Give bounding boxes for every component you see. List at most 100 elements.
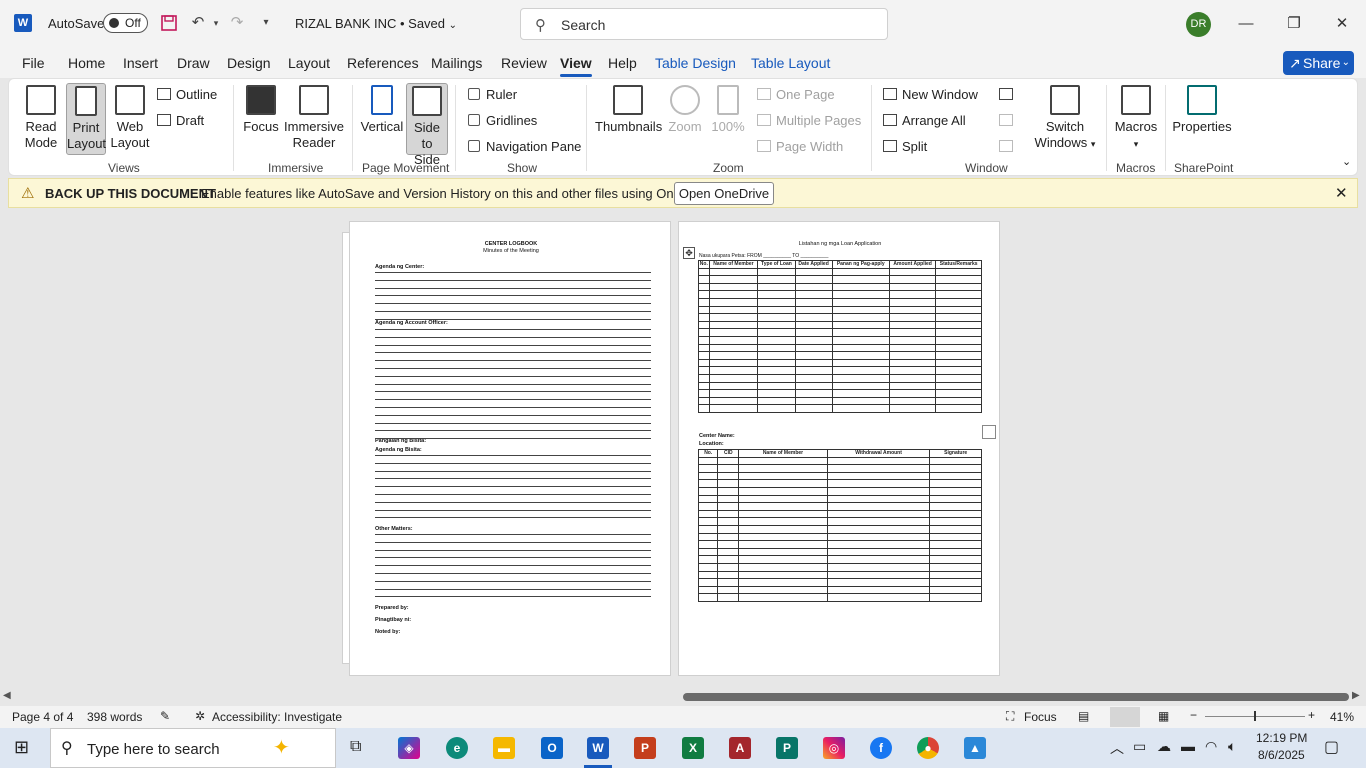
table-cell[interactable]: [757, 396, 796, 406]
table-cell[interactable]: [794, 389, 833, 398]
table-cell[interactable]: [794, 358, 833, 368]
table-cell[interactable]: [698, 404, 710, 413]
table-cell[interactable]: [831, 335, 890, 345]
undo-icon[interactable]: ↶: [189, 14, 207, 32]
table-cell[interactable]: [697, 464, 719, 473]
table-cell[interactable]: [697, 562, 719, 572]
table-cell[interactable]: [929, 464, 982, 473]
document-page-left[interactable]: CENTER LOGBOOK Minutes of the Meeting Ag…: [349, 221, 671, 676]
table-cell[interactable]: [935, 313, 982, 322]
tab-view[interactable]: View: [560, 55, 592, 77]
table-cell[interactable]: [929, 555, 982, 564]
table-cell[interactable]: [826, 524, 931, 534]
task-view-icon[interactable]: ⧉: [350, 738, 361, 756]
side-to-side-button[interactable]: Side to Side: [406, 83, 448, 167]
table-cell[interactable]: [929, 570, 982, 580]
windows-start-icon[interactable]: ⊞: [14, 737, 29, 758]
switch-windows-button[interactable]: Switch Windows ▾: [1031, 83, 1099, 152]
table-cell[interactable]: [738, 456, 828, 466]
table-cell[interactable]: [697, 471, 719, 481]
table-cell[interactable]: [697, 509, 719, 519]
table-cell[interactable]: [708, 297, 759, 307]
table-header-cell[interactable]: Name of Member: [738, 449, 828, 458]
scroll-left-icon[interactable]: ◀: [3, 690, 11, 701]
table-cell[interactable]: [698, 297, 710, 307]
tab-mailings[interactable]: Mailings: [431, 55, 482, 71]
navigation-pane-checkbox[interactable]: Navigation Pane: [468, 139, 581, 155]
table-row[interactable]: [697, 578, 982, 587]
table-cell[interactable]: [697, 456, 719, 466]
table-row[interactable]: [697, 479, 982, 488]
table-cell[interactable]: [826, 578, 931, 587]
search-box[interactable]: ⚲ Search: [520, 8, 888, 40]
table-cell[interactable]: [738, 502, 828, 511]
table-cell[interactable]: [738, 578, 828, 587]
table-row[interactable]: [697, 471, 982, 481]
proofing-icon[interactable]: ✎: [160, 709, 170, 723]
table-cell[interactable]: [935, 358, 982, 368]
table-cell[interactable]: [708, 381, 759, 391]
table-cell[interactable]: [888, 328, 937, 337]
table-cell[interactable]: [831, 389, 890, 398]
table-cell[interactable]: [757, 267, 796, 277]
table-cell[interactable]: [738, 555, 828, 564]
table-cell[interactable]: [831, 366, 890, 375]
autosave-toggle[interactable]: Off: [103, 13, 148, 33]
table-cell[interactable]: [794, 267, 833, 277]
table-cell[interactable]: [717, 570, 740, 580]
table-cell[interactable]: [698, 381, 710, 391]
table-cell[interactable]: [698, 396, 710, 406]
table-cell[interactable]: [697, 570, 719, 580]
thumbnails-button[interactable]: Thumbnails: [595, 83, 662, 135]
table-cell[interactable]: [929, 547, 982, 557]
tab-references[interactable]: References: [347, 55, 419, 71]
table-cell[interactable]: [717, 464, 740, 473]
table-header-cell[interactable]: Date Applied: [794, 260, 833, 269]
undo-dropdown-icon[interactable]: ▾: [207, 14, 225, 32]
onedrive-icon[interactable]: ☁: [1157, 738, 1171, 755]
table-cell[interactable]: [698, 320, 710, 330]
volume-icon[interactable]: 🔈︎: [1228, 738, 1236, 755]
edge-icon[interactable]: e: [446, 737, 468, 759]
table-cell[interactable]: [717, 517, 740, 526]
table-cell[interactable]: [831, 282, 890, 292]
table-cell[interactable]: [826, 456, 931, 466]
show-hidden-icons-icon[interactable]: ︿: [1110, 738, 1124, 758]
table-cell[interactable]: [831, 343, 890, 353]
table-cell[interactable]: [929, 456, 982, 466]
table-cell[interactable]: [826, 517, 931, 526]
table-cell[interactable]: [935, 297, 982, 307]
table-cell[interactable]: [826, 562, 931, 572]
copilot-icon[interactable]: ◈: [398, 737, 420, 759]
table-row[interactable]: [697, 486, 982, 496]
table-cell[interactable]: [757, 335, 796, 345]
table-row[interactable]: [697, 540, 982, 549]
table-cell[interactable]: [708, 267, 759, 277]
table-cell[interactable]: [935, 381, 982, 391]
table-row[interactable]: [697, 524, 982, 534]
macros-button[interactable]: Macros ▾: [1113, 83, 1159, 152]
table-cell[interactable]: [757, 313, 796, 322]
table-cell[interactable]: [929, 502, 982, 511]
table-row[interactable]: [697, 517, 982, 526]
minimize-icon[interactable]: —: [1231, 12, 1261, 36]
immersive-reader-button[interactable]: Immersive Reader: [283, 83, 345, 151]
table-cell[interactable]: [831, 328, 890, 337]
table-header-cell[interactable]: No.: [697, 449, 719, 458]
table-cell[interactable]: [698, 351, 710, 360]
word-count[interactable]: 398 words: [87, 710, 142, 724]
table-cell[interactable]: [708, 305, 759, 315]
table-header-cell[interactable]: Status/Remarks: [935, 260, 982, 269]
table-header-cell[interactable]: Type of Loan: [757, 260, 796, 269]
close-icon[interactable]: ✕: [1327, 12, 1357, 36]
close-icon[interactable]: ✕: [1335, 184, 1348, 202]
table-cell[interactable]: [794, 343, 833, 353]
table-cell[interactable]: [717, 509, 740, 519]
table-cell[interactable]: [888, 313, 937, 322]
focus-button[interactable]: Focus: [241, 83, 281, 135]
facebook-icon[interactable]: f: [870, 737, 892, 759]
table-cell[interactable]: [697, 486, 719, 496]
table-row[interactable]: [698, 313, 982, 322]
table-cell[interactable]: [929, 517, 982, 526]
table-cell[interactable]: [708, 389, 759, 398]
